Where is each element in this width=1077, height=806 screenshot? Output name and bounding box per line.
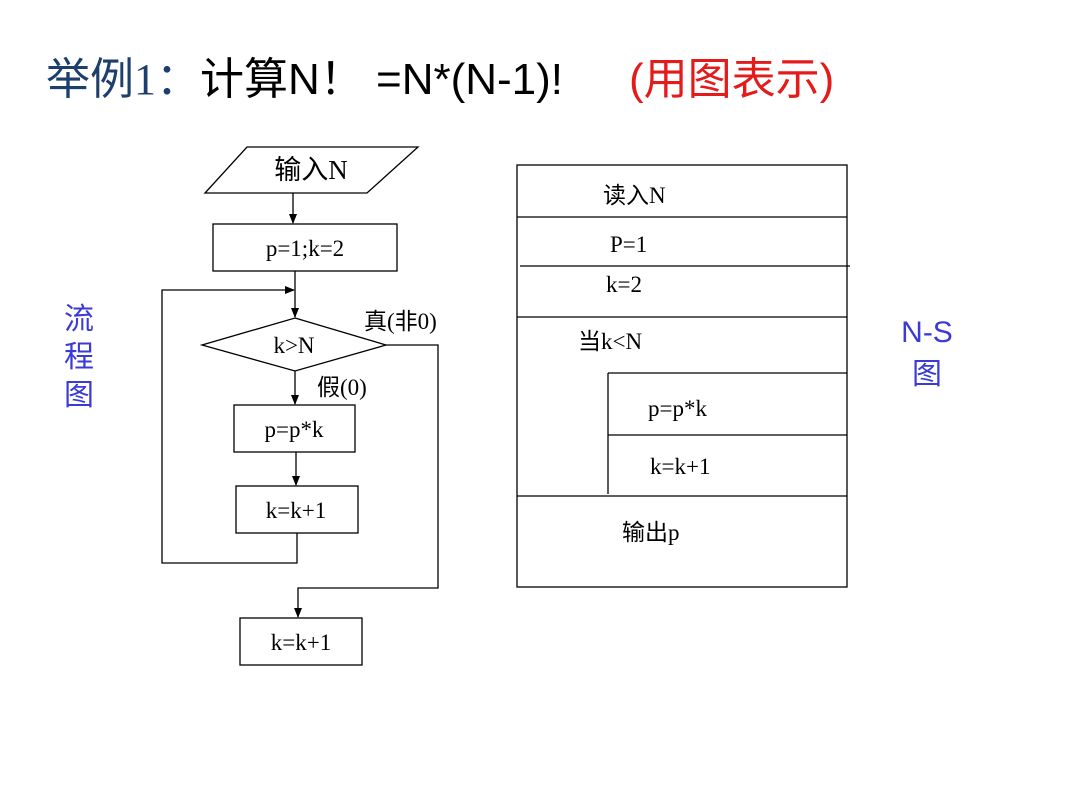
diagram-lines bbox=[161, 146, 850, 666]
ns-output-label: 输出p bbox=[622, 520, 680, 545]
step2-label: k=k+1 bbox=[265, 498, 327, 523]
ns-init-p-label: P=1 bbox=[610, 232, 648, 257]
step1-label: p=p*k bbox=[264, 417, 324, 442]
condition-label: k>N bbox=[273, 333, 315, 358]
ns-side-label: N-S 图 bbox=[898, 318, 956, 390]
ns-body2-label: k=k+1 bbox=[650, 454, 711, 479]
ns-init-k-label: k=2 bbox=[606, 272, 642, 297]
ns-loop-label: 当k<N bbox=[578, 329, 643, 354]
side-char: 图 bbox=[64, 379, 94, 412]
true-label: 真(非0) bbox=[364, 309, 437, 334]
side-char: 程 bbox=[64, 341, 94, 374]
flowchart-side-label: 流 程 图 bbox=[64, 305, 94, 411]
exit-label: k=k+1 bbox=[270, 630, 332, 655]
init-label: p=1;k=2 bbox=[265, 236, 345, 261]
side-char: 图 bbox=[912, 358, 942, 391]
ns-input-label: 读入N bbox=[603, 183, 666, 208]
ns-outer-box bbox=[516, 164, 848, 588]
false-label: 假(0) bbox=[317, 375, 367, 400]
ns-body1-label: p=p*k bbox=[648, 396, 707, 421]
slide: 举例1：计算N！ =N*(N-1)! (用图表示) 输入N p=1;k=2 k>… bbox=[0, 0, 1077, 806]
input-label: 输入N bbox=[274, 155, 348, 185]
side-char: 流 bbox=[64, 303, 94, 336]
side-text: N-S bbox=[901, 316, 953, 349]
